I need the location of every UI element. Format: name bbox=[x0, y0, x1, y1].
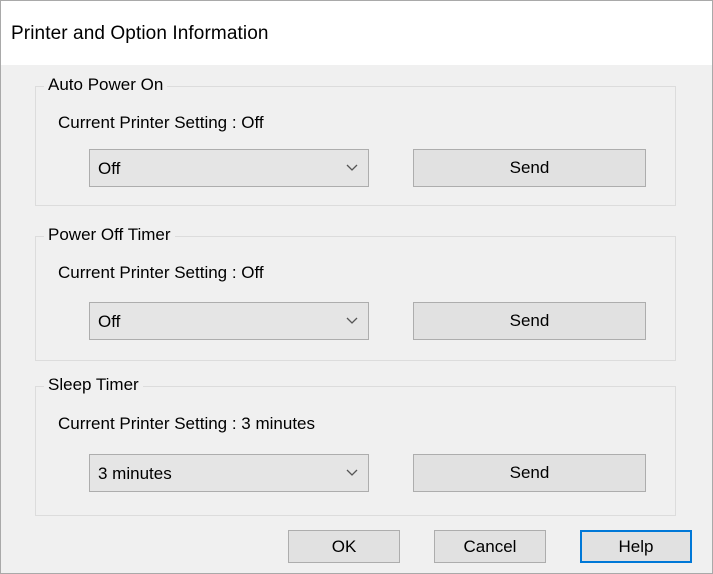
sleep-timer-send-button[interactable]: Send bbox=[413, 454, 646, 492]
group-auto-power-on: Auto Power On Current Printer Setting : … bbox=[35, 75, 676, 206]
chevron-down-icon bbox=[346, 469, 358, 476]
current-setting-power-off-timer: Current Printer Setting : Off bbox=[58, 263, 264, 282]
group-power-off-timer: Power Off Timer Current Printer Setting … bbox=[35, 225, 676, 361]
auto-power-on-send-button[interactable]: Send bbox=[413, 149, 646, 187]
group-label-power-off-timer: Power Off Timer bbox=[44, 225, 175, 245]
chevron-down-icon bbox=[346, 317, 358, 324]
dialog-title: Printer and Option Information bbox=[11, 23, 269, 44]
power-off-timer-select[interactable]: Off bbox=[89, 302, 369, 340]
sleep-timer-selected-value: 3 minutes bbox=[98, 464, 172, 483]
sleep-timer-select[interactable]: 3 minutes bbox=[89, 454, 369, 492]
auto-power-on-selected-value: Off bbox=[98, 159, 121, 178]
current-setting-auto-power-on: Current Printer Setting : Off bbox=[58, 113, 264, 132]
group-label-auto-power-on: Auto Power On bbox=[44, 75, 168, 95]
chevron-down-icon bbox=[346, 164, 358, 171]
current-setting-sleep-timer: Current Printer Setting : 3 minutes bbox=[58, 414, 316, 433]
auto-power-on-select[interactable]: Off bbox=[89, 149, 369, 187]
group-sleep-timer: Sleep Timer Current Printer Setting : 3 … bbox=[35, 375, 676, 516]
title-bar: Printer and Option Information bbox=[1, 1, 712, 65]
group-label-sleep-timer: Sleep Timer bbox=[44, 375, 143, 395]
ok-button[interactable]: OK bbox=[288, 530, 400, 563]
printer-option-dialog: Printer and Option Information Auto Powe… bbox=[0, 0, 713, 574]
power-off-timer-send-button[interactable]: Send bbox=[413, 302, 646, 340]
power-off-timer-selected-value: Off bbox=[98, 312, 121, 331]
cancel-button[interactable]: Cancel bbox=[434, 530, 546, 563]
help-button[interactable]: Help bbox=[580, 530, 692, 563]
